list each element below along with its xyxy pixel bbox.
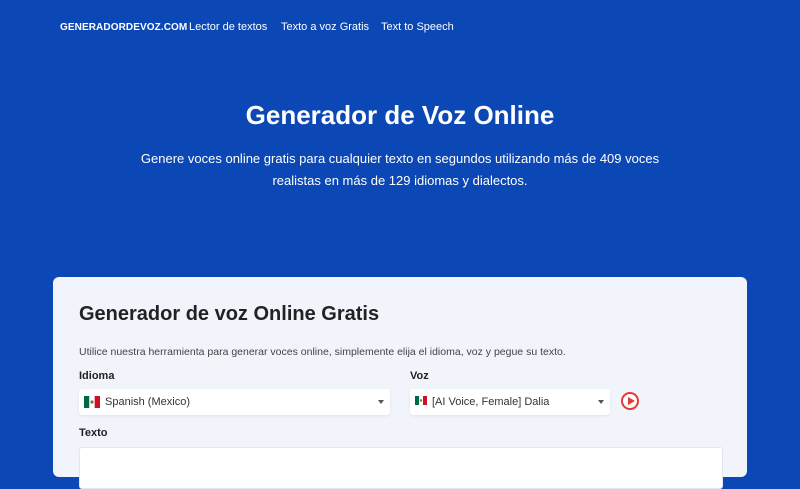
language-label: Idioma	[79, 370, 115, 382]
chevron-down-icon	[378, 400, 384, 404]
play-preview-button[interactable]	[621, 392, 639, 410]
nav-link-lector-de-textos[interactable]: Lector de textos	[189, 21, 267, 33]
nav-link-texto-a-voz-gratis[interactable]: Texto a voz Gratis	[281, 21, 369, 33]
card-description: Utilice nuestra herramienta para generar…	[79, 346, 566, 358]
hero-subtitle-line2: realistas en más de 129 idiomas y dialec…	[272, 173, 528, 188]
top-navbar: GENERADORDEVOZ.COM Lector de textos Text…	[0, 0, 800, 56]
language-select[interactable]: Spanish (Mexico)	[79, 389, 390, 415]
chevron-down-icon	[598, 400, 604, 404]
hero-title: Generador de Voz Online	[245, 100, 555, 130]
mexico-flag-icon	[84, 396, 100, 408]
card-title: Generador de voz Online Gratis	[79, 303, 380, 325]
mexico-flag-icon	[415, 396, 427, 408]
brand-logo-link[interactable]: GENERADORDEVOZ.COM	[60, 22, 187, 33]
voice-select-value: [AI Voice, Female] Dalia	[432, 396, 550, 408]
nav-link-text-to-speech[interactable]: Text to Speech	[381, 21, 454, 33]
hero-subtitle-line1: Genere voces online gratis para cualquie…	[140, 151, 660, 166]
text-label: Texto	[79, 427, 108, 439]
hero-subtitle: Genere voces online gratis para cualquie…	[140, 148, 660, 192]
voice-select[interactable]: [AI Voice, Female] Dalia	[410, 389, 610, 415]
text-input-area[interactable]	[79, 447, 723, 489]
voice-label: Voz	[410, 370, 429, 382]
language-select-value: Spanish (Mexico)	[105, 396, 190, 408]
voice-generator-card: Generador de voz Online Gratis Utilice n…	[53, 277, 747, 489]
